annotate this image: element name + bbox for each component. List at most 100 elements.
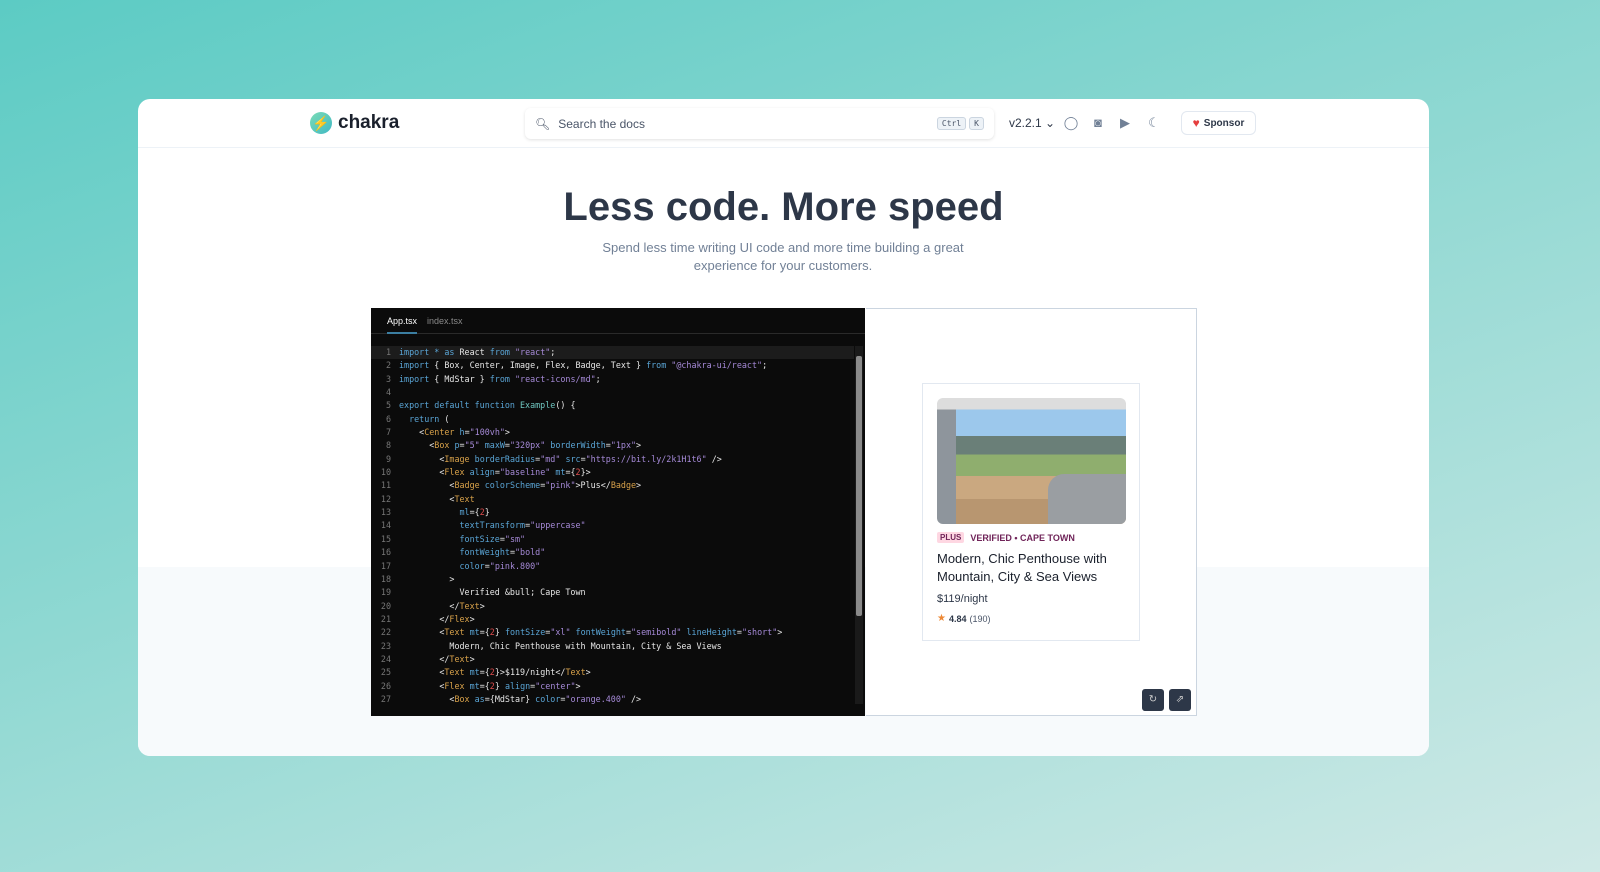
code-token: "bold" <box>514 547 546 558</box>
code-line[interactable]: 11 <Badge colorScheme="pink">Plus</Badge… <box>371 479 854 492</box>
code-token: ( <box>444 413 450 424</box>
refresh-button[interactable]: ↻ <box>1142 689 1164 711</box>
code-token: as <box>474 693 485 704</box>
plus-badge: Plus <box>937 532 965 543</box>
search-input[interactable]: 🔍︎ Search the docs Ctrl K <box>525 108 994 139</box>
code-token: > <box>585 667 591 678</box>
line-number: 3 <box>385 373 391 384</box>
open-external-button[interactable]: ⇗ <box>1169 689 1191 711</box>
code-token: { Box, Center, Image, Flex, Badge, Text … <box>434 360 647 371</box>
code-line[interactable]: 2 import { Box, Center, Image, Flex, Badg… <box>371 359 854 372</box>
scrollbar-thumb[interactable] <box>856 356 862 616</box>
code-line[interactable]: 6 return ( <box>371 413 854 426</box>
code-token: Badge <box>610 480 637 491</box>
search-icon: 🔍︎ <box>535 116 551 131</box>
code-line[interactable]: 14 textTransform="uppercase" <box>371 519 854 532</box>
line-number: 26 <box>380 680 391 691</box>
code-line[interactable]: 20 </Text> <box>371 600 854 613</box>
code-token: Text <box>449 653 470 664</box>
star-icon: ★ <box>937 613 946 624</box>
tab-index-tsx[interactable]: index.tsx <box>427 308 463 334</box>
line-number: 27 <box>380 693 391 704</box>
code-token: </ <box>399 653 450 664</box>
code-line[interactable]: 13 ml={2} <box>371 506 854 519</box>
code-lines[interactable]: 1 import * as React from "react"; 2 import … <box>371 346 854 706</box>
tab-app-tsx[interactable]: App.tsx <box>387 308 418 334</box>
code-token: Flex <box>444 467 470 478</box>
version-select[interactable]: v2.2.1 ⌄ <box>1009 116 1055 130</box>
sponsor-button[interactable]: ♥ Sponsor <box>1181 111 1256 135</box>
code-token: import <box>399 360 435 371</box>
code-line[interactable]: 17 color="pink.800" <box>371 560 854 573</box>
scrollbar[interactable] <box>855 346 863 704</box>
code-token: "center" <box>535 680 576 691</box>
line-number: 19 <box>380 587 391 598</box>
code-line[interactable]: 26 <Flex mt={2} align="center"> <box>371 680 854 693</box>
logo[interactable]: ⚡ chakra <box>310 112 399 134</box>
code-token: "uppercase" <box>530 520 586 531</box>
code-line[interactable]: 23 Modern, Chic Penthouse with Mountain,… <box>371 640 854 653</box>
code-token: Text <box>565 667 586 678</box>
code-token: } <box>484 507 490 518</box>
review-count: (190) <box>969 613 991 624</box>
code-line[interactable]: 1 import * as React from "react"; <box>371 346 854 360</box>
code-line[interactable]: 22 <Text mt={2} fontSize="xl" fontWeight… <box>371 626 854 639</box>
discord-icon[interactable]: ◙ <box>1090 115 1106 131</box>
code-line[interactable]: 19 Verified &bull; Cape Town <box>371 586 854 599</box>
search-placeholder: Search the docs <box>558 116 645 131</box>
youtube-icon[interactable]: ▶ <box>1117 115 1133 131</box>
code-line[interactable]: 15 fontSize="sm" <box>371 533 854 546</box>
code-token: "sm" <box>504 533 526 544</box>
line-number: 22 <box>380 627 391 638</box>
github-icon[interactable]: ◯ <box>1063 115 1079 131</box>
code-token: "@chakra-ui/react" <box>671 360 763 371</box>
code-token: Text <box>444 667 470 678</box>
code-token: </ <box>399 600 460 611</box>
property-card: Plus Verified • Cape Town Modern, Chic P… <box>922 383 1140 641</box>
code-token: ={ <box>479 680 490 691</box>
code-token: ={ <box>469 507 480 518</box>
code-editor[interactable]: App.tsx index.tsx 1 import * as React fro… <box>371 308 865 716</box>
code-token: mt <box>469 627 480 638</box>
code-token: Image <box>444 453 475 464</box>
code-line[interactable]: 3 import { MdStar } from "react-icons/md"… <box>371 373 854 386</box>
code-token: "320px" <box>509 440 551 451</box>
code-line[interactable]: 18 > <box>371 573 854 586</box>
code-line[interactable]: 16 fontWeight="bold" <box>371 546 854 559</box>
line-number: 11 <box>380 480 391 491</box>
moon-icon[interactable]: ☾ <box>1146 115 1162 131</box>
code-line[interactable]: 4 <box>371 386 854 399</box>
code-token: color <box>459 560 485 571</box>
code-line[interactable]: 27 <Box as={MdStar} color="orange.400" /… <box>371 693 854 706</box>
line-number: 18 <box>380 573 391 584</box>
code-token: borderWidth <box>550 440 606 451</box>
code-line[interactable]: 24 </Text> <box>371 653 854 666</box>
code-line[interactable]: 25 <Text mt={2}>$119/night</Text> <box>371 666 854 679</box>
code-token: fontSize <box>459 533 500 544</box>
code-line[interactable]: 5 export default function Example() { <box>371 399 854 412</box>
code-token: < <box>399 493 455 504</box>
code-token: < <box>399 627 445 638</box>
code-token: fontWeight <box>459 547 510 558</box>
line-number: 4 <box>385 387 391 398</box>
code-token: "1px" <box>610 440 637 451</box>
hero-title: Less code. More speed <box>563 185 1004 229</box>
code-line[interactable]: 7 <Center h="100vh"> <box>371 426 854 439</box>
line-number: 6 <box>385 413 391 424</box>
code-token: > <box>399 573 455 584</box>
code-line[interactable]: 9 <Image borderRadius="md" src="https://… <box>371 453 854 466</box>
heart-icon: ♥ <box>1192 116 1200 130</box>
code-line[interactable]: 21 </Flex> <box>371 613 854 626</box>
code-line[interactable]: 10 <Flex align="baseline" mt={2}> <box>371 466 854 479</box>
code-line[interactable]: 12 <Text <box>371 493 854 506</box>
hero-subtitle: Spend less time writing UI code and more… <box>602 240 964 273</box>
line-number: 20 <box>380 600 391 611</box>
code-token: mt <box>555 467 566 478</box>
code-token: ; <box>595 373 601 384</box>
code-token: < <box>399 440 435 451</box>
code-token: { MdStar } <box>434 373 490 384</box>
code-token: Box <box>434 440 455 451</box>
code-token: "baseline" <box>499 467 556 478</box>
code-line[interactable]: 8 <Box p="5" maxW="320px" borderWidth="1… <box>371 439 854 452</box>
